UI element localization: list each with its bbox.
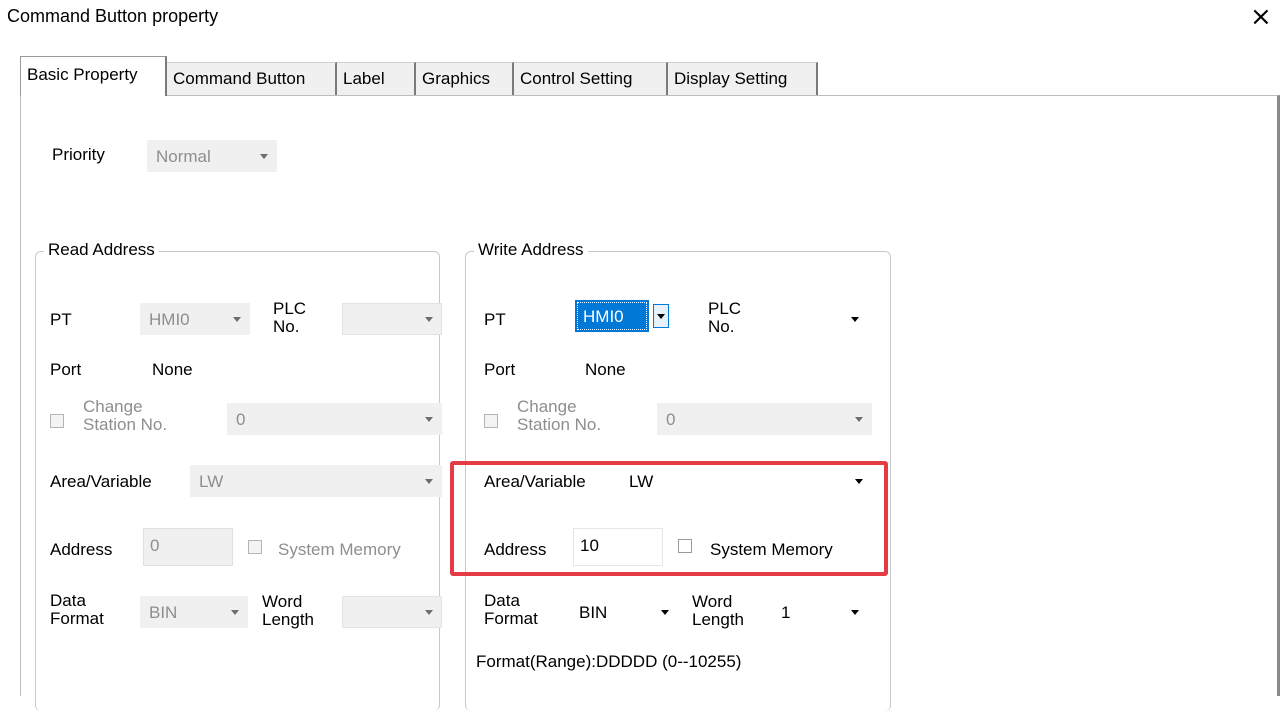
write-pt-select[interactable]: HMI0 bbox=[575, 300, 672, 332]
read-pt-value: HMI0 bbox=[149, 310, 190, 329]
write-port-value: None bbox=[585, 360, 626, 379]
write-pt-value: HMI0 bbox=[575, 300, 649, 332]
read-system-memory-label: System Memory bbox=[278, 540, 401, 559]
read-word-length-label: Word Length bbox=[262, 593, 314, 629]
write-data-format-line2: Format bbox=[484, 609, 538, 628]
write-change-station-line2: Station No. bbox=[517, 415, 602, 434]
read-plc-label-line2: No. bbox=[273, 317, 300, 336]
write-data-format-line1: Data bbox=[484, 591, 520, 610]
read-data-format-value: BIN bbox=[149, 603, 178, 622]
write-change-station-line1: Change bbox=[517, 397, 577, 416]
read-change-station-line1: Change bbox=[83, 397, 143, 416]
priority-value: Normal bbox=[156, 147, 211, 166]
read-data-format-line1: Data bbox=[50, 591, 86, 610]
tab-label[interactable]: Label bbox=[337, 62, 416, 96]
write-format-range: Format(Range):DDDDD (0--10255) bbox=[476, 652, 742, 671]
read-word-length-select[interactable] bbox=[342, 596, 442, 628]
write-change-station-checkbox[interactable] bbox=[484, 414, 498, 428]
panel-border bbox=[20, 96, 21, 696]
chevron-down-icon bbox=[425, 417, 433, 422]
write-word-length-value: 1 bbox=[781, 603, 791, 622]
tab-display-setting[interactable]: Display Setting bbox=[668, 62, 818, 96]
read-system-memory-checkbox[interactable] bbox=[248, 540, 262, 554]
write-change-station-value: 0 bbox=[666, 410, 676, 429]
tab-panel: Priority Normal Read Address PT HMI0 PLC… bbox=[20, 95, 1280, 711]
tab-basic-property[interactable]: Basic Property bbox=[20, 56, 167, 96]
read-change-station-select[interactable]: 0 bbox=[227, 403, 442, 435]
read-area-label: Area/Variable bbox=[50, 472, 152, 491]
write-plc-label: PLC No. bbox=[708, 300, 741, 336]
read-data-format-label: Data Format bbox=[50, 592, 104, 628]
read-plc-select[interactable] bbox=[342, 303, 442, 335]
write-pt-label: PT bbox=[484, 310, 506, 329]
write-word-length-line2: Length bbox=[692, 610, 744, 629]
tab-control-setting[interactable]: Control Setting bbox=[514, 62, 668, 96]
priority-select[interactable]: Normal bbox=[147, 140, 277, 172]
read-port-label: Port bbox=[50, 360, 82, 379]
close-icon[interactable]: × bbox=[1250, 2, 1272, 32]
highlight-box bbox=[450, 461, 888, 576]
write-data-format-select[interactable]: BIN bbox=[570, 596, 678, 628]
tab-graphics[interactable]: Graphics bbox=[416, 62, 514, 96]
read-address-input[interactable]: 0 bbox=[143, 528, 233, 566]
read-data-format-line2: Format bbox=[50, 609, 104, 628]
write-data-format-value: BIN bbox=[579, 603, 608, 622]
read-address-label: Address bbox=[50, 540, 113, 559]
chevron-down-icon bbox=[855, 417, 863, 422]
read-change-station-line2: Station No. bbox=[83, 415, 168, 434]
read-change-station-value: 0 bbox=[236, 410, 246, 429]
write-address-legend: Write Address bbox=[474, 240, 588, 260]
write-word-length-line1: Word bbox=[692, 592, 733, 611]
chevron-down-icon bbox=[231, 610, 239, 615]
read-address-legend: Read Address bbox=[44, 240, 159, 260]
write-plc-label-line1: PLC bbox=[708, 299, 742, 318]
chevron-down-icon bbox=[233, 317, 241, 322]
read-change-station-label: Change Station No. bbox=[83, 398, 167, 434]
read-area-select[interactable]: LW bbox=[190, 465, 442, 497]
chevron-down-icon bbox=[425, 317, 433, 322]
read-plc-label: PLC No. bbox=[273, 300, 306, 336]
dialog-title: Command Button property bbox=[7, 6, 219, 26]
chevron-down-icon bbox=[425, 610, 433, 615]
priority-label: Priority bbox=[52, 145, 105, 164]
chevron-down-icon bbox=[260, 154, 268, 159]
read-word-length-line2: Length bbox=[262, 610, 314, 629]
tab-command-button[interactable]: Command Button bbox=[167, 62, 337, 96]
read-area-value: LW bbox=[199, 472, 224, 491]
read-data-format-select[interactable]: BIN bbox=[140, 596, 248, 628]
write-word-length-select[interactable]: 1 bbox=[772, 596, 868, 628]
read-word-length-line1: Word bbox=[262, 592, 303, 611]
chevron-down-icon[interactable] bbox=[653, 304, 669, 328]
chevron-down-icon bbox=[851, 610, 859, 615]
write-change-station-label: Change Station No. bbox=[517, 398, 601, 434]
write-plc-select[interactable] bbox=[772, 303, 868, 335]
chevron-down-icon bbox=[661, 610, 669, 615]
read-port-value: None bbox=[152, 360, 193, 379]
chevron-down-icon bbox=[851, 317, 859, 322]
chevron-down-icon bbox=[425, 479, 433, 484]
write-plc-label-line2: No. bbox=[708, 317, 735, 336]
write-port-label: Port bbox=[484, 360, 516, 379]
write-word-length-label: Word Length bbox=[692, 593, 744, 629]
write-data-format-label: Data Format bbox=[484, 592, 538, 628]
read-plc-label-line1: PLC bbox=[273, 299, 307, 318]
read-pt-label: PT bbox=[50, 310, 72, 329]
write-change-station-select[interactable]: 0 bbox=[657, 403, 872, 435]
read-pt-select[interactable]: HMI0 bbox=[140, 303, 250, 335]
read-change-station-checkbox[interactable] bbox=[50, 414, 64, 428]
tab-strip: Basic Property Command Button Label Grap… bbox=[20, 56, 1280, 96]
